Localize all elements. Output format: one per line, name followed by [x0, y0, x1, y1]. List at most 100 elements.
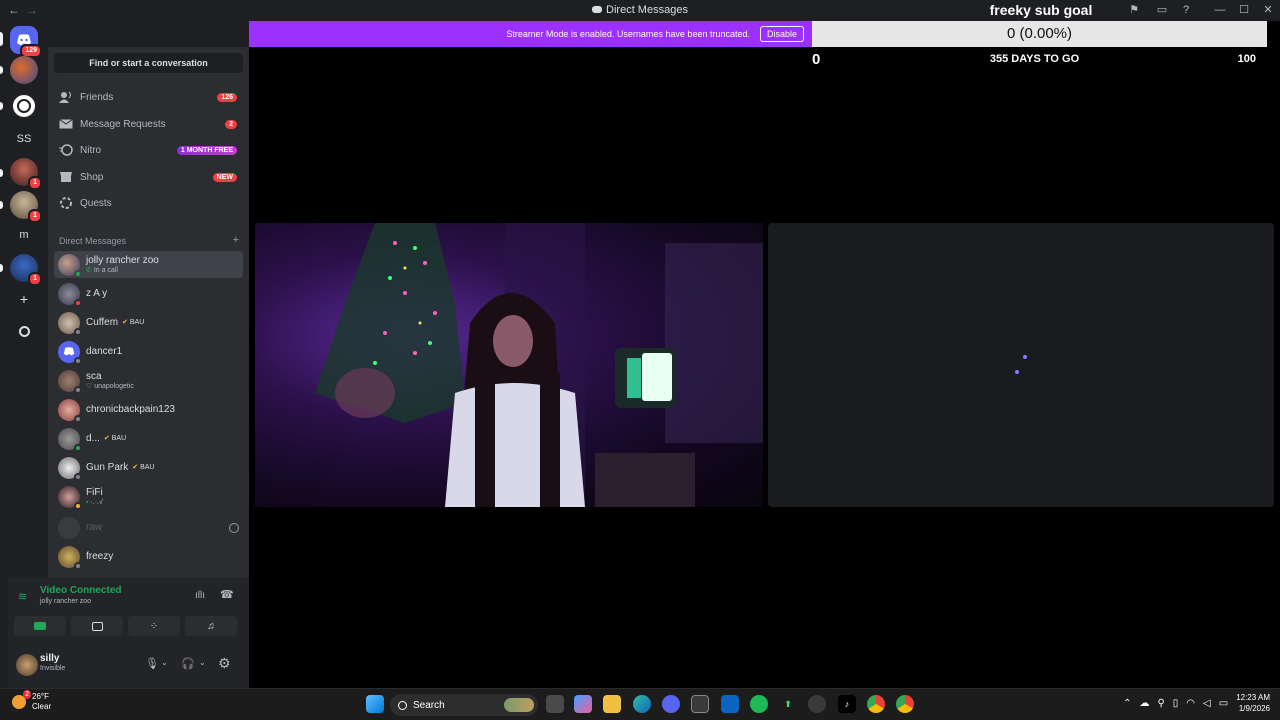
nav-quests[interactable]: Quests — [54, 191, 243, 215]
video-tile-loading[interactable] — [768, 223, 1274, 507]
weather-widget[interactable]: 2 26°F Clear — [12, 690, 52, 712]
dm-item[interactable]: FiFi ▪ ·.·.√ — [54, 483, 243, 510]
chevron-down-icon[interactable]: ⌄ — [161, 658, 168, 667]
avatar — [58, 545, 82, 570]
screen-icon — [91, 621, 103, 631]
nav-nitro[interactable]: Nitro 1 MONTH FREE — [54, 138, 243, 162]
dm-item[interactable]: sca ♡ unapologetic — [54, 367, 243, 394]
chrome-icon[interactable] — [867, 695, 885, 713]
dm-item[interactable]: jolly rancher zoo ✆ In a call — [54, 251, 243, 278]
disable-streamer-button[interactable]: Disable — [759, 26, 804, 42]
wifi-icon[interactable]: ◠ — [1186, 698, 1195, 709]
system-tray: ⌃ ☁ ⚲ ▯ ◠ ◁ ▭ 12:23 AM 1/9/2026 — [1123, 692, 1270, 714]
server-icon-2[interactable] — [10, 92, 38, 120]
file-explorer-icon[interactable] — [603, 695, 621, 713]
windows-start-icon[interactable] — [366, 695, 384, 713]
dm-item[interactable]: freezy — [54, 543, 243, 570]
server-icon-1[interactable] — [10, 56, 38, 84]
unread-badge: 1 — [28, 176, 42, 190]
store-icon[interactable] — [691, 695, 709, 713]
chevron-down-icon[interactable]: ⌄ — [199, 658, 206, 667]
clock[interactable]: 12:23 AM 1/9/2026 — [1236, 692, 1270, 714]
sub-goal-overlay: freeky sub goal 0 (0.00%) 0 355 DAYS TO … — [812, 0, 1280, 100]
network-status-icon[interactable]: ⚲ — [1157, 698, 1164, 709]
avatar — [58, 516, 80, 539]
tiktok-icon[interactable]: ♪ — [838, 695, 856, 713]
dm-item[interactable]: Cuffem ✔ BAU — [54, 309, 243, 336]
dm-item[interactable]: dancer1 — [54, 338, 243, 365]
mic-icon[interactable]: 🎙 — [145, 657, 159, 670]
nav-friends[interactable]: Friends 126 — [54, 85, 243, 109]
outlook-icon[interactable] — [721, 695, 739, 713]
dm-name: raw — [86, 522, 103, 533]
banner-text: Streamer Mode is enabled. Usernames have… — [506, 29, 750, 39]
volume-icon[interactable]: ◁ — [1203, 698, 1211, 709]
discord-taskbar-icon[interactable] — [662, 695, 680, 713]
phone-link-icon[interactable]: ▯ — [1173, 698, 1179, 709]
nav-message-requests[interactable]: Message Requests 2 — [54, 112, 243, 136]
video-tile-user[interactable] — [255, 223, 763, 507]
create-dm-button[interactable]: + — [233, 235, 239, 246]
chatgpt-icon[interactable] — [808, 695, 826, 713]
temperature: 26°F — [32, 692, 49, 701]
user-panel: silly Invisible 🎙 ⌄ 🎧 ⌄ ⚙ — [8, 644, 249, 688]
copilot-icon[interactable] — [574, 695, 592, 713]
dm-item[interactable]: z A y — [54, 280, 243, 307]
selected-pill — [0, 32, 3, 46]
server-icon-3[interactable]: SS — [10, 125, 38, 153]
dm-item[interactable]: d... ✔ BAU — [54, 425, 243, 452]
quests-icon — [58, 195, 74, 211]
home-button[interactable]: 129 — [10, 26, 42, 58]
server-icon-4[interactable]: 1 — [10, 158, 42, 190]
server-icon-7[interactable]: 1 — [10, 254, 42, 286]
user-avatar[interactable] — [16, 654, 38, 676]
loading-spinner-icon — [1023, 355, 1027, 359]
search-highlight-icon — [504, 698, 534, 712]
edge-icon[interactable] — [633, 695, 651, 713]
nav-shop[interactable]: Shop NEW — [54, 165, 243, 189]
blocked-icon — [229, 522, 239, 533]
headphones-icon[interactable]: 🎧 — [181, 657, 195, 670]
voice-status[interactable]: Video Connected — [40, 585, 122, 596]
spotify-icon[interactable] — [750, 695, 768, 713]
noise-suppression-icon[interactable]: ıllı — [195, 590, 205, 601]
battery-icon[interactable]: ▭ — [1219, 698, 1228, 709]
weather-badge: 2 — [23, 690, 31, 699]
weather-condition: Clear — [32, 702, 52, 711]
activities-button[interactable]: ⁘ — [128, 616, 180, 636]
back-button[interactable]: ← — [8, 3, 20, 17]
unread-pill — [0, 169, 3, 177]
dm-name: chronicbackpain123 — [86, 404, 175, 415]
chevron-up-icon[interactable]: ⌃ — [1123, 698, 1131, 709]
screen-share-button[interactable] — [71, 616, 123, 636]
server-icon-5[interactable]: 1 — [10, 191, 42, 223]
compass-icon — [18, 325, 30, 337]
soundboard-button[interactable]: ♫ — [185, 616, 237, 636]
forward-button[interactable]: → — [26, 3, 38, 17]
taskbar-search[interactable]: Search — [390, 694, 538, 716]
dm-name: Gun Park ✔ BAU — [86, 462, 154, 473]
voice-channel[interactable]: jolly rancher zoo — [40, 598, 91, 605]
dm-item[interactable]: chronicbackpain123 — [54, 396, 243, 423]
disconnect-icon[interactable]: ☎ — [220, 588, 234, 601]
chrome-profile-icon[interactable] — [896, 695, 914, 713]
video-button[interactable] — [14, 616, 66, 636]
nav-label: Shop — [80, 171, 104, 183]
history-nav: ← → — [8, 3, 38, 17]
gear-icon[interactable]: ⚙ — [218, 655, 231, 672]
dm-item[interactable]: Gun Park ✔ BAU — [54, 454, 243, 481]
unread-pill — [0, 264, 3, 272]
tag-label: BAU — [111, 435, 127, 442]
robinhood-icon[interactable]: ⬆ — [779, 695, 797, 713]
bau-tag: ✔ BAU — [132, 462, 154, 473]
find-conversation-button[interactable]: Find or start a conversation — [54, 53, 243, 73]
avatar — [58, 485, 82, 510]
onedrive-icon[interactable]: ☁ — [1139, 698, 1149, 709]
server-icon-6[interactable]: m — [10, 221, 38, 249]
explore-button[interactable] — [10, 317, 38, 345]
avatar — [58, 340, 82, 365]
task-view-icon[interactable] — [546, 695, 564, 713]
dm-item[interactable]: raw — [54, 514, 243, 541]
dm-name: z A y — [86, 288, 108, 299]
add-server-button[interactable]: + — [10, 285, 38, 313]
